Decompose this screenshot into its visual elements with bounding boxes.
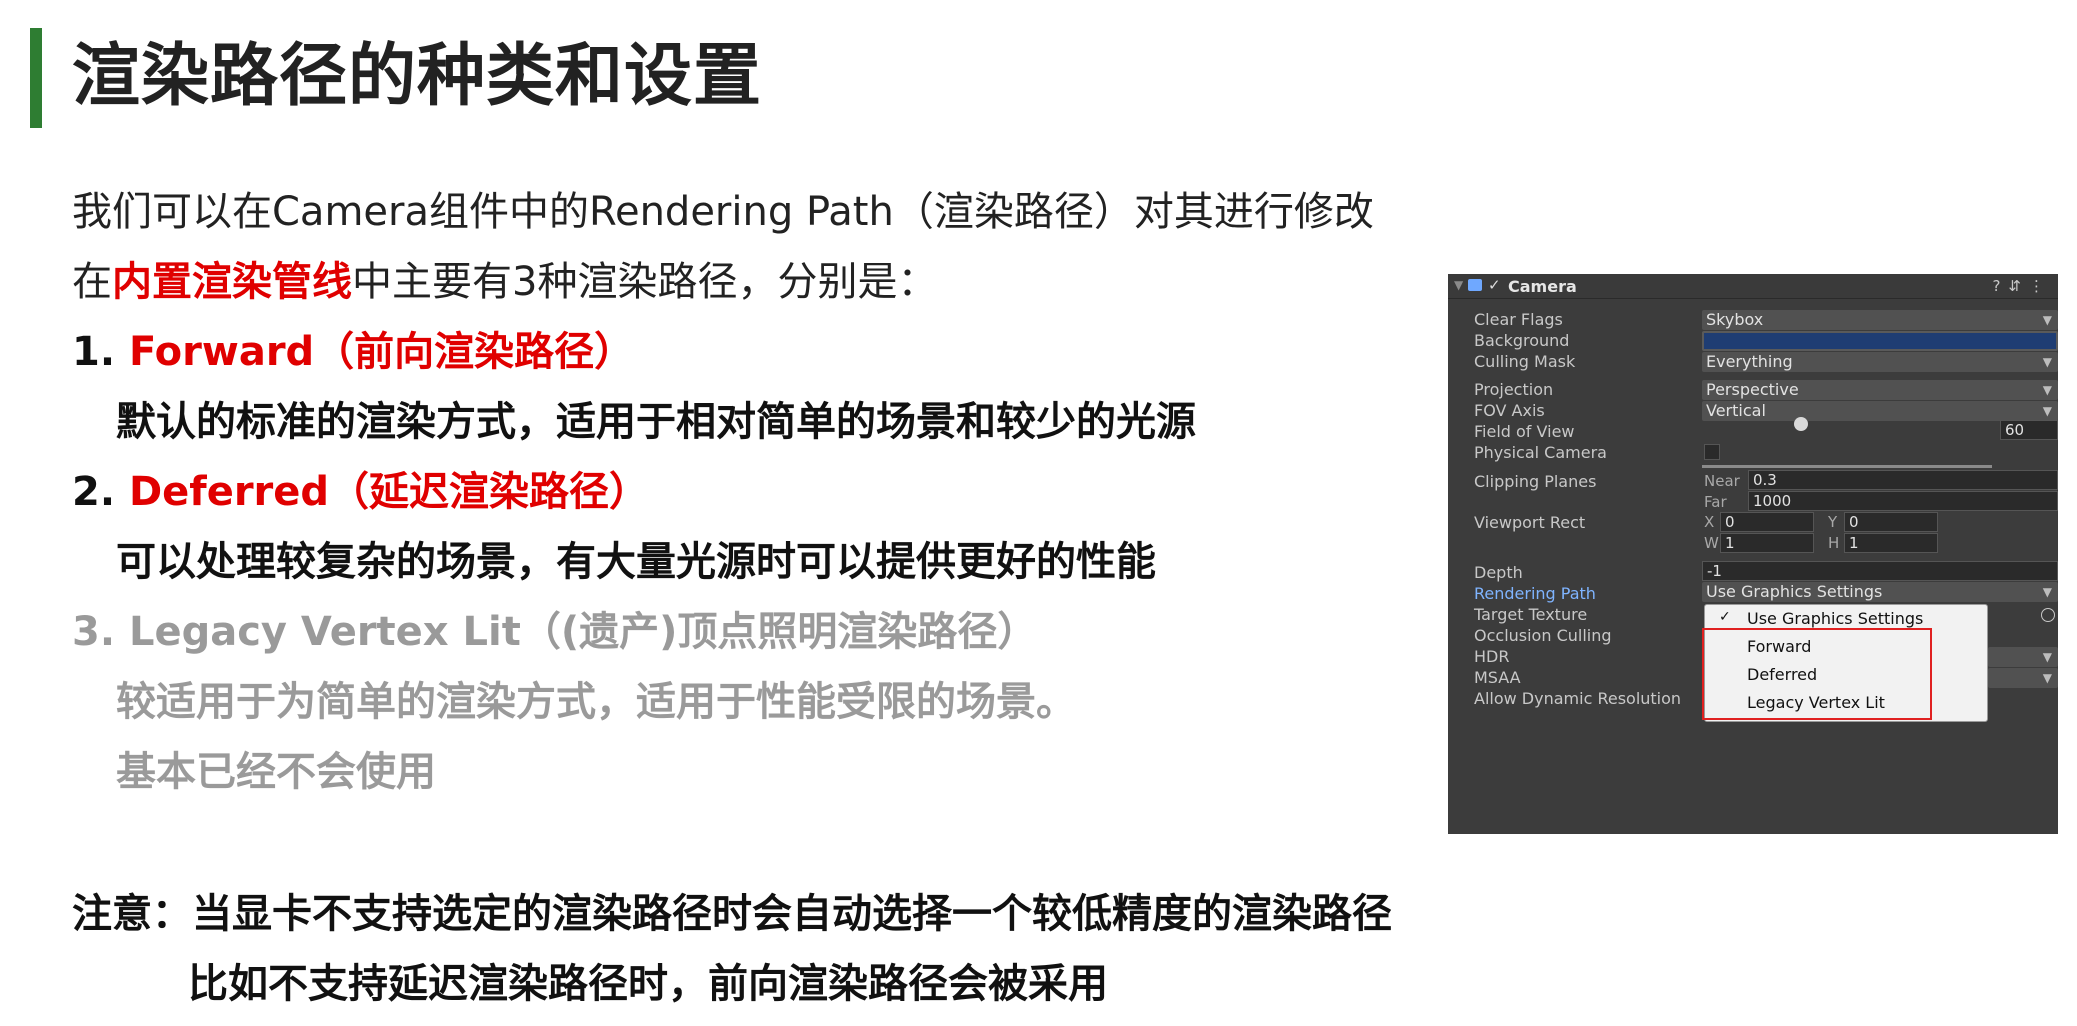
page-title: 渲染路径的种类和设置 <box>72 37 763 116</box>
msaa-dropdown[interactable]: ▼ <box>1988 668 2058 688</box>
item-forward: 1. Forward（前向渲染路径） <box>72 328 634 376</box>
label-physical-camera: Physical Camera <box>1474 443 1607 462</box>
background-color-field[interactable] <box>1702 331 2058 351</box>
target-picker-icon[interactable] <box>2041 608 2055 622</box>
item-name: Legacy Vertex Lit（(遗产)顶点照明渲染路径） <box>128 609 1038 655</box>
item-number: 2. <box>72 469 116 515</box>
item-number: 3. <box>72 609 116 655</box>
selected-check-icon: ✓ <box>1719 609 1731 625</box>
label-clear-flags: Clear Flags <box>1474 310 1563 329</box>
label-rendering-path: Rendering Path <box>1474 584 1596 603</box>
item-legacy-desc: 较适用于为简单的渲染方式，适用于性能受限的场景。 <box>116 679 1076 725</box>
chevron-down-icon: ▼ <box>2042 383 2052 397</box>
intro-line-2-post: 中主要有3种渲染路径，分别是： <box>352 259 938 305</box>
fov-axis-dropdown[interactable]: Vertical ▼ <box>1702 401 2058 421</box>
label-allow-dynamic-resolution: Allow Dynamic Resolution <box>1474 689 1682 708</box>
near-label: Near <box>1704 472 1740 490</box>
intro-line-2: 在内置渲染管线中主要有3种渲染路径，分别是： <box>72 258 937 306</box>
label-projection: Projection <box>1474 380 1554 399</box>
near-input[interactable]: 0.3 <box>1748 470 2058 490</box>
viewport-y-input[interactable]: 0 <box>1844 512 1938 532</box>
h-label: H <box>1828 534 1840 552</box>
chevron-down-icon: ▼ <box>2042 404 2052 418</box>
enabled-check-icon[interactable]: ✓ <box>1488 276 1501 294</box>
item-name: Deferred（延迟渲染路径） <box>128 469 650 515</box>
chevron-down-icon: ▼ <box>2042 585 2052 599</box>
viewport-x-input[interactable]: 0 <box>1720 512 1814 532</box>
component-name: Camera <box>1508 277 1577 296</box>
fov-value-field[interactable]: 60 <box>2000 420 2058 440</box>
builtin-pipeline-highlight: 内置渲染管线 <box>112 259 352 305</box>
far-input[interactable]: 1000 <box>1748 491 2058 511</box>
note-line-2: 比如不支持延迟渲染路径时，前向渲染路径会被采用 <box>188 961 1108 1007</box>
hdr-dropdown[interactable]: ▼ <box>1988 647 2058 667</box>
item-legacy-desc-2: 基本已经不会使用 <box>116 749 436 795</box>
clear-flags-dropdown[interactable]: Skybox ▼ <box>1702 310 2058 330</box>
rendering-path-dropdown[interactable]: Use Graphics Settings ▼ <box>1702 582 2058 602</box>
y-label: Y <box>1828 513 1838 531</box>
x-label: X <box>1704 513 1715 531</box>
item-number: 1. <box>72 329 116 375</box>
viewport-w-input[interactable]: 1 <box>1720 533 1814 553</box>
chevron-down-icon: ▼ <box>2042 355 2052 369</box>
far-label: Far <box>1704 493 1727 511</box>
item-forward-desc: 默认的标准的渲染方式，适用于相对简单的场景和较少的光源 <box>116 399 1196 445</box>
label-hdr: HDR <box>1474 647 1510 666</box>
camera-inspector: ▼ ✓ Camera ?⇵⋮ Clear Flags Skybox ▼ Backg… <box>1448 274 2058 834</box>
culling-mask-dropdown[interactable]: Everything ▼ <box>1702 352 2058 372</box>
header-icons[interactable]: ?⇵⋮ <box>1992 277 2052 295</box>
depth-input[interactable]: -1 <box>1702 561 2058 581</box>
title-accent-bar <box>30 28 42 128</box>
label-fov-axis: FOV Axis <box>1474 401 1545 420</box>
physical-camera-checkbox[interactable] <box>1704 444 1720 460</box>
label-viewport-rect: Viewport Rect <box>1474 513 1586 532</box>
item-legacy: 3. Legacy Vertex Lit（(遗产)顶点照明渲染路径） <box>72 608 1037 656</box>
item-deferred: 2. Deferred（延迟渲染路径） <box>72 468 649 516</box>
label-culling-mask: Culling Mask <box>1474 352 1576 371</box>
label-depth: Depth <box>1474 563 1523 582</box>
label-msaa: MSAA <box>1474 668 1521 687</box>
item-deferred-desc: 可以处理较复杂的场景，有大量光源时可以提供更好的性能 <box>116 539 1156 585</box>
menu-option-use-graphics-settings[interactable]: Use Graphics Settings <box>1747 609 1923 628</box>
label-background: Background <box>1474 331 1570 350</box>
viewport-h-input[interactable]: 1 <box>1844 533 1938 553</box>
foldout-arrow-icon[interactable]: ▼ <box>1454 278 1463 292</box>
projection-dropdown[interactable]: Perspective ▼ <box>1702 380 2058 400</box>
label-target-texture: Target Texture <box>1474 605 1588 624</box>
intro-line-1: 我们可以在Camera组件中的Rendering Path（渲染路径）对其进行修… <box>72 189 1374 235</box>
label-occlusion-culling: Occlusion Culling <box>1474 626 1612 645</box>
item-name: Forward（前向渲染路径） <box>128 329 635 375</box>
label-clipping-planes: Clipping Planes <box>1474 472 1597 491</box>
chevron-down-icon: ▼ <box>2042 650 2052 664</box>
chevron-down-icon: ▼ <box>2042 313 2052 327</box>
w-label: W <box>1704 534 1719 552</box>
options-highlight-box <box>1702 628 1932 720</box>
fov-slider-knob[interactable] <box>1794 417 1808 431</box>
camera-icon <box>1468 279 1482 291</box>
intro-line-2-pre: 在 <box>72 259 112 305</box>
inspector-header: ▼ ✓ Camera ?⇵⋮ <box>1448 274 2058 299</box>
label-field-of-view: Field of View <box>1474 422 1575 441</box>
chevron-down-icon: ▼ <box>2042 671 2052 685</box>
fov-slider-track[interactable] <box>1702 465 1992 468</box>
note-line-1: 注意：当显卡不支持选定的渲染路径时会自动选择一个较低精度的渲染路径 <box>72 891 1392 937</box>
